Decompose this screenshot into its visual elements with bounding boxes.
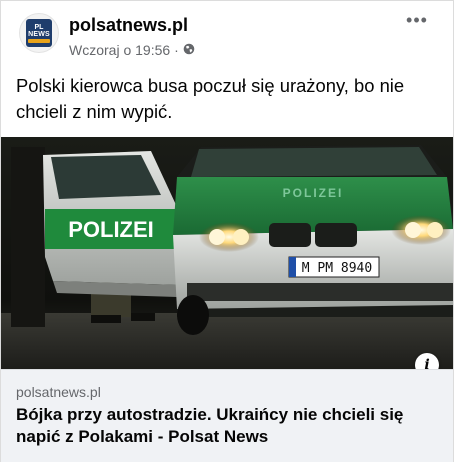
page-name[interactable]: polsatnews.pl: [69, 15, 188, 36]
post-meta: Wczoraj o 19:56 ·: [69, 42, 195, 58]
door-polizei-text: POLIZEI: [68, 217, 154, 242]
police-car-photo: POLIZEI POLIZEI M PM 8940: [1, 137, 453, 369]
hood-polizei-text: POLIZEI: [283, 186, 344, 200]
globe-icon: [183, 42, 195, 58]
meta-separator: ·: [174, 42, 179, 58]
link-domain: polsatnews.pl: [16, 384, 101, 400]
post-timestamp[interactable]: Wczoraj o 19:56: [69, 42, 170, 58]
post-card: PL NEWS polsatnews.pl Wczoraj o 19:56 · …: [0, 0, 454, 462]
post-text: Polski kierowca busa poczuł się urażony,…: [16, 75, 405, 122]
license-plate-text: M PM 8940: [302, 261, 372, 276]
link-title[interactable]: Bójka przy autostradzie. Ukraińcy nie ch…: [16, 404, 441, 448]
polsat-news-logo: PL NEWS: [26, 19, 52, 47]
avatar[interactable]: PL NEWS: [19, 13, 59, 53]
post-photo[interactable]: POLIZEI POLIZEI M PM 8940 i: [1, 137, 453, 369]
logo-strip: [28, 38, 50, 43]
link-preview[interactable]: polsatnews.pl Bójka przy autostradzie. U…: [1, 369, 453, 462]
more-options-button[interactable]: •••: [403, 11, 431, 31]
post-header: PL NEWS polsatnews.pl Wczoraj o 19:56 · …: [1, 1, 453, 65]
